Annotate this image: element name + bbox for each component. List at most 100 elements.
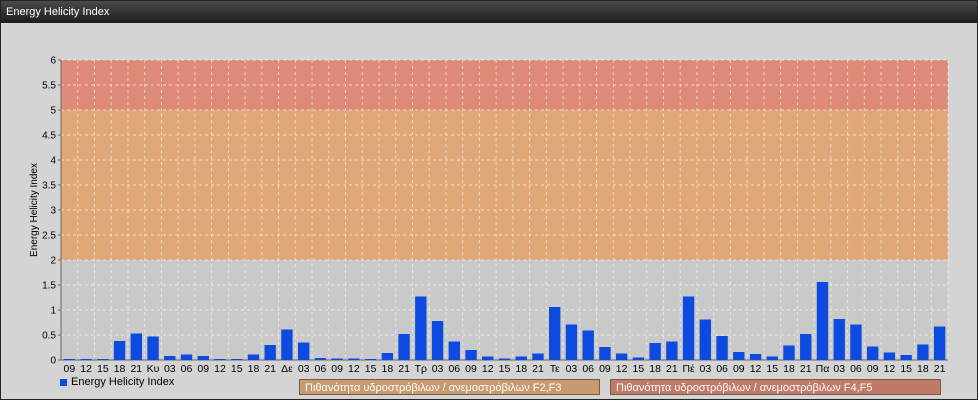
bar [147, 336, 159, 360]
x-tick-label: 21 [532, 363, 544, 375]
bar [933, 326, 946, 360]
bar [833, 319, 845, 360]
y-tick-label: 0.5 [42, 331, 56, 342]
x-tick-label: Τε [550, 363, 560, 375]
bar [900, 355, 912, 360]
y-tick-label: 1.5 [42, 281, 56, 292]
x-tick-label: 18 [382, 363, 394, 375]
bar [448, 341, 460, 360]
x-tick-label: 21 [264, 363, 276, 375]
x-tick-label: 09 [599, 363, 611, 375]
x-tick-label: 18 [917, 363, 929, 375]
bar [582, 330, 594, 360]
bar [331, 358, 343, 360]
bar [816, 282, 829, 360]
bar [297, 342, 310, 360]
bar [80, 359, 92, 360]
bar [348, 358, 360, 360]
y-tick-label: 3.5 [42, 181, 56, 192]
bar [549, 307, 561, 360]
bar [883, 352, 896, 360]
x-tick-label: 21 [934, 363, 946, 375]
bar [482, 356, 494, 360]
bar [465, 350, 477, 360]
bar [180, 354, 193, 360]
bar [565, 324, 578, 360]
bar [866, 346, 879, 360]
x-tick-label: 06 [448, 363, 460, 375]
x-tick-label: 09 [331, 363, 343, 375]
x-tick-label: 12 [348, 363, 360, 375]
bar [97, 359, 109, 360]
y-tick-label: 2.5 [42, 231, 56, 242]
legend-label: Energy Helicity Index [71, 376, 175, 388]
x-tick-label: 12 [80, 363, 92, 375]
bar [515, 356, 527, 360]
legend-item[interactable]: Energy Helicity Index [60, 376, 174, 388]
x-tick-label: 12 [616, 363, 628, 375]
bar [632, 357, 645, 360]
bar [749, 354, 762, 360]
bar [716, 336, 728, 360]
zone-f4f5-label: Πιθανότητα υδροστρόβιλων / ανεμοστρόβιλω… [610, 379, 941, 395]
x-tick-label: 12 [884, 363, 896, 375]
bar [231, 359, 243, 360]
x-tick-label: Πέ [682, 363, 695, 375]
x-tick-label: 15 [900, 363, 912, 375]
bar [666, 341, 678, 360]
y-tick-label: 4.5 [42, 131, 56, 142]
legend-swatch [60, 378, 67, 386]
y-tick-label: 4 [50, 156, 56, 167]
bar [599, 347, 611, 360]
x-tick-label: 06 [181, 363, 193, 375]
zone-f2f3-label: Πιθανότητα υδροστρόβιλων / ανεμοστρόβιλω… [299, 379, 600, 395]
bar [699, 319, 712, 360]
x-tick-label: 21 [130, 363, 142, 375]
x-tick-label: Κυ [147, 363, 160, 375]
bar [364, 359, 377, 360]
x-tick-label: 06 [315, 363, 327, 375]
x-tick-label: 21 [800, 363, 812, 375]
bar [415, 296, 427, 360]
x-tick-label: 15 [231, 363, 243, 375]
x-tick-label: 03 [699, 363, 711, 375]
x-tick-label: 12 [750, 363, 762, 375]
bar [649, 343, 661, 360]
bar [264, 345, 276, 360]
x-tick-label: 15 [365, 363, 377, 375]
x-tick-label: 03 [164, 363, 176, 375]
x-tick-label: 09 [733, 363, 745, 375]
x-tick-label: Τρ [415, 363, 427, 375]
x-tick-label: Πα [816, 363, 830, 375]
bar [247, 354, 260, 360]
bar [431, 321, 444, 360]
bar [113, 341, 126, 360]
y-tick-label: 0 [50, 356, 56, 367]
x-tick-label: 15 [633, 363, 645, 375]
x-tick-label: 09 [64, 363, 76, 375]
x-tick-label: 18 [114, 363, 126, 375]
y-axis-title: Energy Helicity Index [29, 163, 40, 257]
x-tick-label: 18 [515, 363, 527, 375]
x-tick-label: 03 [298, 363, 310, 375]
x-tick-label: 12 [482, 363, 494, 375]
x-tick-label: 18 [783, 363, 795, 375]
bar [314, 358, 327, 360]
bar [783, 345, 795, 360]
bar [197, 356, 209, 360]
bar [682, 296, 695, 360]
y-tick-label: 6 [50, 56, 56, 67]
x-tick-label: 03 [566, 363, 578, 375]
x-tick-label: 09 [465, 363, 477, 375]
y-tick-label: 2 [50, 256, 56, 267]
bar [498, 358, 511, 360]
x-tick-label: Δε [281, 363, 293, 375]
ehi-chart: 0 0.5 1 1.5 2 2.5 3 3.5 4 4.5 5 5.5 6 09 12 15 18 21 Κυ 03… [29, 56, 949, 375]
x-tick-label: 21 [666, 363, 678, 375]
y-tick-label: 5 [50, 106, 56, 117]
x-tick-label: 06 [582, 363, 594, 375]
x-tick-label: 18 [248, 363, 260, 375]
x-tick-label: 15 [766, 363, 778, 375]
x-tick-label: 15 [97, 363, 109, 375]
x-tick-label: 03 [432, 363, 444, 375]
